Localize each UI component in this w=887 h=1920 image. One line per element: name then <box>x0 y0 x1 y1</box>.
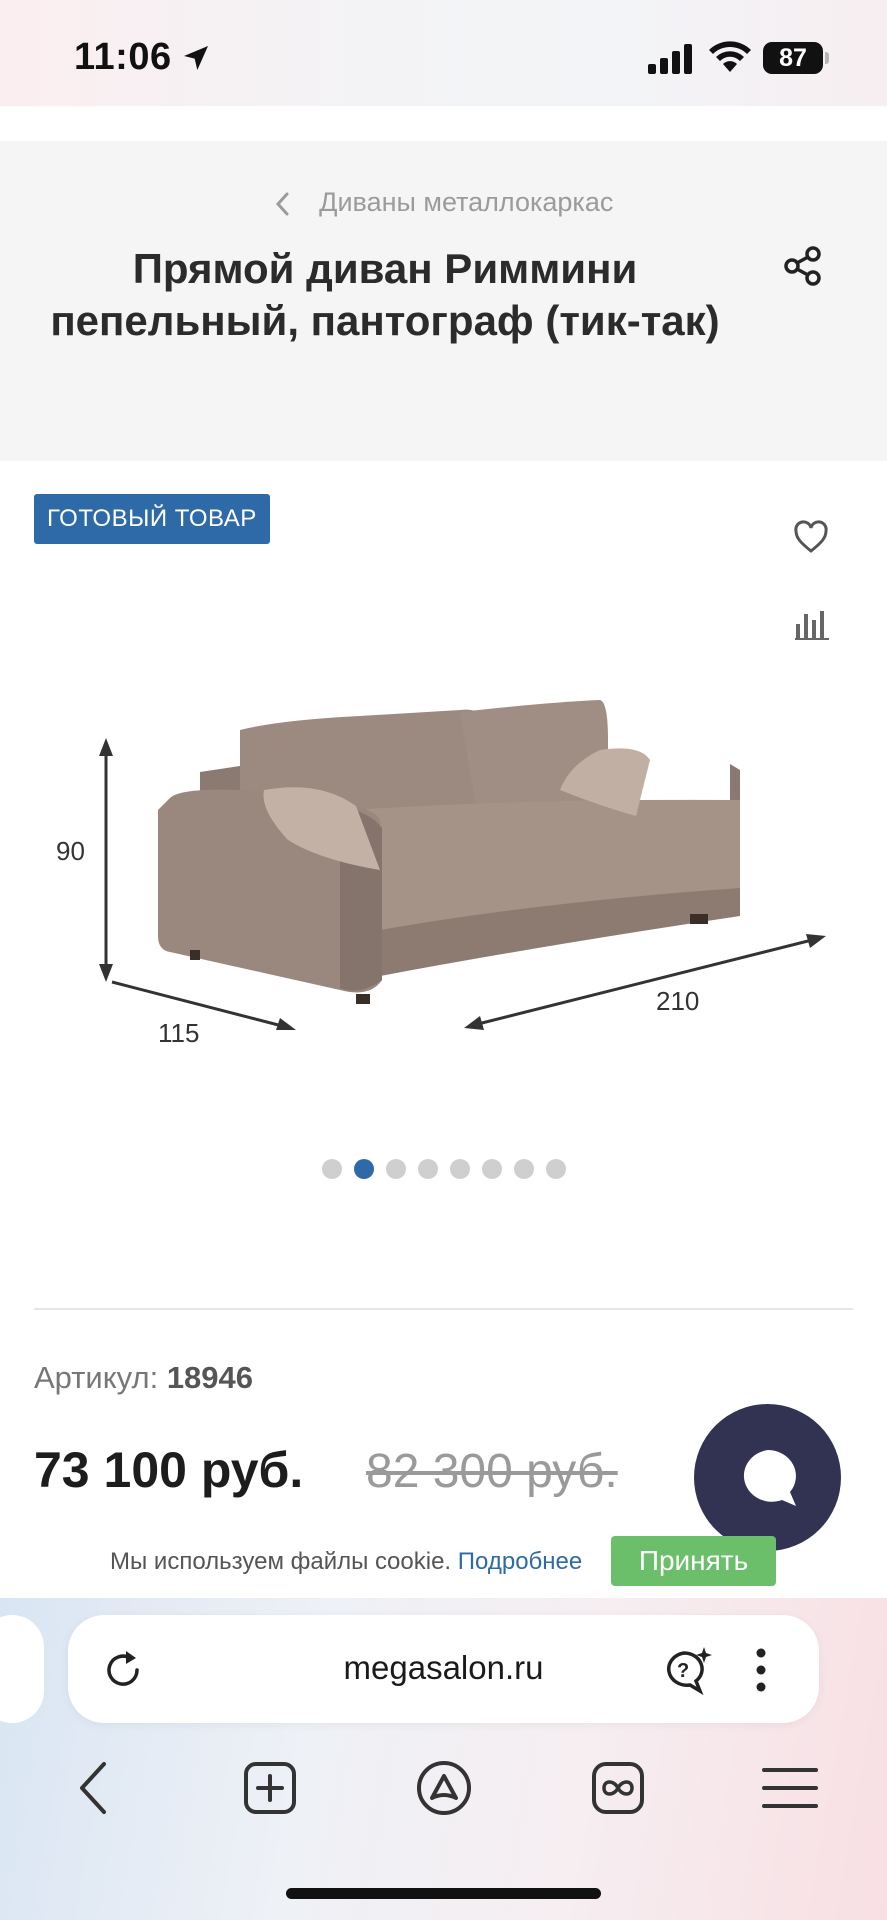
product-header: Диваны металлокаркас Прямой диван Риммин… <box>0 141 887 461</box>
cookie-more-link[interactable]: Подробнее <box>458 1548 582 1575</box>
battery-indicator: 87 <box>763 42 823 74</box>
cellular-signal-icon <box>648 44 692 74</box>
heart-icon[interactable] <box>793 520 829 554</box>
chevron-left-icon <box>275 192 289 216</box>
address-bar[interactable]: megasalon.ru ? <box>68 1615 819 1723</box>
sku-line: Артикул: 18946 <box>34 1360 253 1396</box>
gallery-dot[interactable] <box>514 1159 534 1179</box>
sku-label: Артикул: <box>34 1360 159 1395</box>
back-icon[interactable] <box>66 1758 126 1818</box>
ai-assistant-icon[interactable]: ? <box>660 1645 714 1695</box>
section-divider <box>34 1308 853 1310</box>
gallery-dot[interactable] <box>386 1159 406 1179</box>
menu-icon[interactable] <box>760 1758 820 1818</box>
home-indicator <box>286 1888 601 1899</box>
location-arrow-icon <box>184 46 208 70</box>
gallery-dot[interactable] <box>482 1159 502 1179</box>
dimension-height-label: 90 <box>56 836 85 866</box>
breadcrumb-label[interactable]: Диваны металлокаркас <box>319 187 613 217</box>
status-bar: 11:06 87 <box>0 0 887 106</box>
gallery-pagination <box>322 1159 566 1179</box>
chat-button[interactable] <box>694 1404 841 1551</box>
tabs-switcher-icon[interactable] <box>588 1758 648 1818</box>
alice-assistant-icon[interactable] <box>414 1758 474 1818</box>
page-title: Прямой диван Риммини пепельный, пантогра… <box>50 245 720 344</box>
dimension-width-label: 210 <box>656 986 699 1016</box>
browser-nav-row <box>0 1758 887 1828</box>
dimension-depth-label: 115 <box>158 1018 199 1048</box>
product-image[interactable]: 90 115 210 <box>40 680 840 1060</box>
price-current: 73 100 руб. <box>34 1442 304 1498</box>
gallery-dot[interactable] <box>546 1159 566 1179</box>
cookie-notice-text: Мы используем файлы cookie. <box>110 1548 452 1575</box>
breadcrumb[interactable]: Диваны металлокаркас <box>0 187 887 218</box>
status-time: 11:06 <box>74 36 172 78</box>
gallery-dot[interactable] <box>322 1159 342 1179</box>
chat-bubble-icon <box>743 1450 796 1506</box>
browser-toolbar: megasalon.ru ? <box>0 1598 887 1920</box>
price-old: 82 300 руб. <box>366 1445 618 1498</box>
battery-cap <box>825 52 829 64</box>
new-tab-icon[interactable] <box>240 1758 300 1818</box>
cookie-accept-button[interactable]: Принять <box>611 1536 776 1586</box>
gallery-dot[interactable] <box>418 1159 438 1179</box>
gallery-dot-active[interactable] <box>354 1159 374 1179</box>
more-vertical-icon[interactable] <box>754 1647 768 1693</box>
wifi-icon <box>709 41 751 72</box>
previous-tab-peek[interactable] <box>0 1615 44 1723</box>
cookie-notice: Мы используем файлы cookie. Подробнее <box>110 1548 582 1576</box>
compare-chart-icon[interactable] <box>795 608 829 640</box>
ready-badge: ГОТОВЫЙ ТОВАР <box>34 494 270 544</box>
sku-value: 18946 <box>166 1360 254 1395</box>
svg-text:?: ? <box>677 1660 689 1682</box>
share-icon[interactable] <box>782 245 824 287</box>
gallery-dot[interactable] <box>450 1159 470 1179</box>
